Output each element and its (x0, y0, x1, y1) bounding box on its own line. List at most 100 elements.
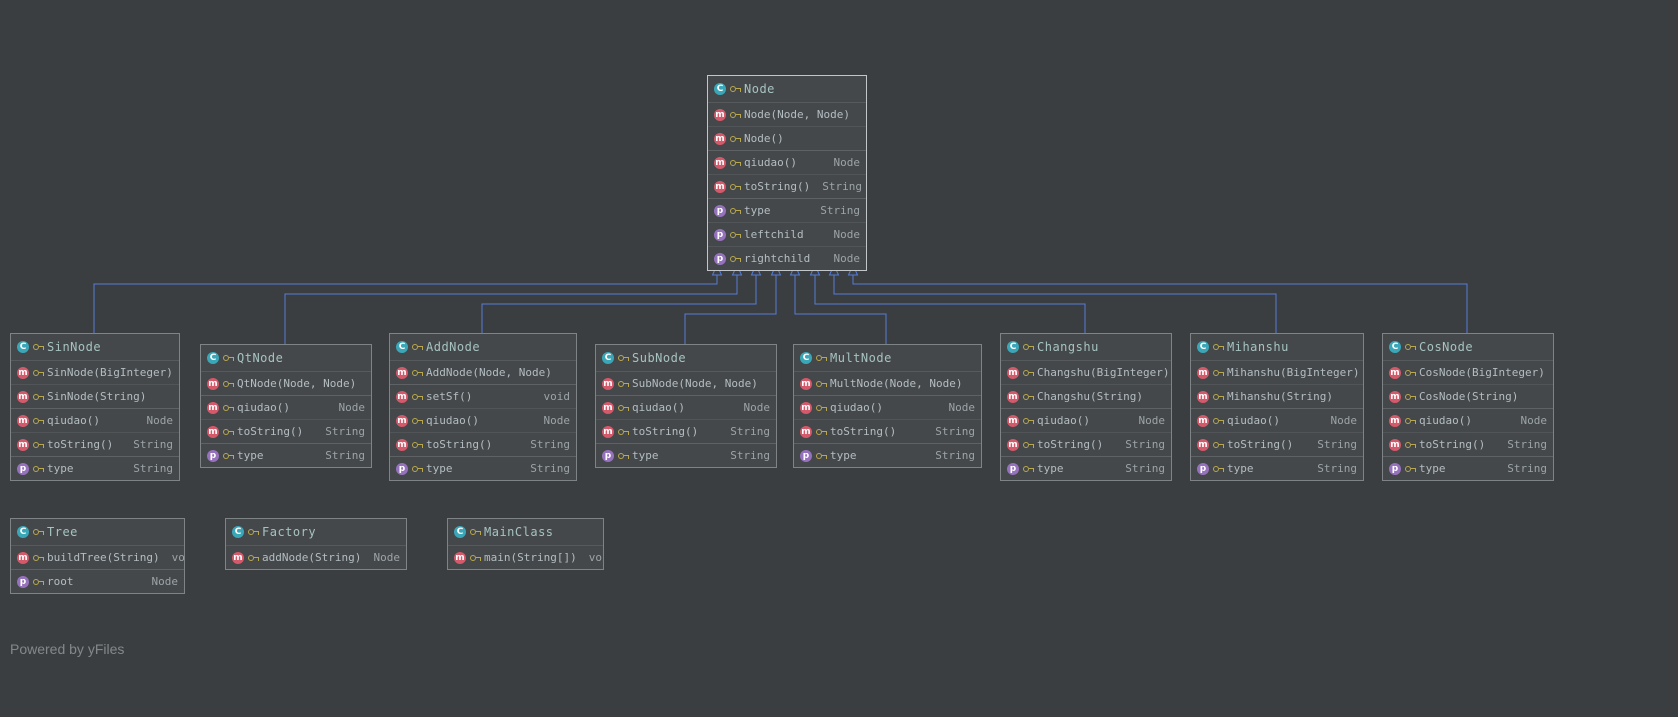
member-row[interactable]: m qiudao() Node (11, 408, 179, 432)
member-row[interactable]: p root Node (11, 569, 184, 593)
member-row[interactable]: m QtNode(Node, Node) (201, 372, 371, 395)
member-row[interactable]: p type String (11, 456, 179, 480)
member-row[interactable]: m Node() (708, 126, 866, 150)
class-header[interactable]: C MultNode (794, 345, 981, 372)
class-box-mainclass[interactable]: C MainClass m main(String[]) void (447, 518, 604, 570)
member-type: String (530, 438, 570, 451)
member-row[interactable]: m toString() String (794, 419, 981, 443)
member-row[interactable]: m toString() String (11, 432, 179, 456)
class-box-sinnode[interactable]: C SinNode m SinNode(BigInteger) m SinNode(… (10, 333, 180, 481)
member-row[interactable]: m Changshu(String) (1001, 384, 1171, 408)
member-row[interactable]: m Changshu(BigInteger) (1001, 361, 1171, 384)
member-row[interactable]: m qiudao() Node (1383, 408, 1553, 432)
class-header[interactable]: C SinNode (11, 334, 179, 361)
member-row[interactable]: p type String (1001, 456, 1171, 480)
member-row[interactable]: p type String (794, 443, 981, 467)
member-row[interactable]: m setSf() void (390, 384, 576, 408)
member-row[interactable]: m MultNode(Node, Node) (794, 372, 981, 395)
class-header[interactable]: C Node (708, 76, 866, 103)
member-row[interactable]: m toString() String (1001, 432, 1171, 456)
member-row[interactable]: m buildTree(String) void (11, 546, 184, 569)
class-box-factory[interactable]: C Factory m addNode(String) Node (225, 518, 407, 570)
member-row[interactable]: m toString() String (390, 432, 576, 456)
member-row[interactable]: m qiudao() Node (708, 150, 866, 174)
class-icon: C (714, 83, 726, 95)
class-header[interactable]: C AddNode (390, 334, 576, 361)
member-name: toString() (830, 425, 897, 438)
member-row[interactable]: m qiudao() Node (596, 395, 776, 419)
class-header[interactable]: C MainClass (448, 519, 603, 546)
member-row[interactable]: m CosNode(String) (1383, 384, 1553, 408)
member-row[interactable]: m main(String[]) void (448, 546, 603, 569)
key-icon (1023, 464, 1034, 474)
class-name: AddNode (426, 340, 481, 354)
class-name: Changshu (1037, 340, 1099, 354)
class-box-changshu[interactable]: C Changshu m Changshu(BigInteger) m Changs… (1000, 333, 1172, 481)
member-row[interactable]: m qiudao() Node (794, 395, 981, 419)
member-row[interactable]: m Mihanshu(String) (1191, 384, 1363, 408)
key-icon (248, 527, 259, 537)
class-box-mihanshu[interactable]: C Mihanshu m Mihanshu(BigInteger) m Mihans… (1190, 333, 1364, 481)
member-row[interactable]: p type String (708, 198, 866, 222)
member-row[interactable]: m Node(Node, Node) (708, 103, 866, 126)
member-row[interactable]: p type String (1191, 456, 1363, 480)
class-icon: C (454, 526, 466, 538)
class-box-tree[interactable]: C Tree m buildTree(String) void p root Node (10, 518, 185, 594)
class-name: Factory (262, 525, 317, 539)
key-icon (730, 182, 741, 192)
key-icon (223, 353, 234, 363)
key-icon (730, 230, 741, 240)
member-name: qiudao() (47, 414, 100, 427)
member-row[interactable]: m SinNode(String) (11, 384, 179, 408)
member-row[interactable]: p rightchild Node (708, 246, 866, 270)
member-row[interactable]: p type String (1383, 456, 1553, 480)
member-row[interactable]: p leftchild Node (708, 222, 866, 246)
member-row[interactable]: m qiudao() Node (1001, 408, 1171, 432)
member-row[interactable]: m Mihanshu(BigInteger) (1191, 361, 1363, 384)
member-row[interactable]: m toString() String (201, 419, 371, 443)
member-row[interactable]: m toString() String (596, 419, 776, 443)
method-icon: m (232, 551, 244, 564)
class-box-qtnode[interactable]: C QtNode m QtNode(Node, Node) m qiudao() No… (200, 344, 372, 468)
key-icon (1213, 440, 1224, 450)
class-icon: C (17, 526, 29, 538)
member-row[interactable]: m toString() String (1191, 432, 1363, 456)
class-header[interactable]: C Changshu (1001, 334, 1171, 361)
class-header[interactable]: C QtNode (201, 345, 371, 372)
member-row[interactable]: m qiudao() Node (1191, 408, 1363, 432)
member-name: buildTree(String) (47, 551, 160, 564)
class-header[interactable]: C CosNode (1383, 334, 1553, 361)
class-box-node[interactable]: C Node m Node(Node, Node) m Node() m qiudao… (707, 75, 867, 271)
member-row[interactable]: m toString() String (708, 174, 866, 198)
member-row[interactable]: m toString() String (1383, 432, 1553, 456)
method-icon: m (1197, 414, 1209, 427)
method-icon: m (17, 438, 29, 451)
class-header[interactable]: C SubNode (596, 345, 776, 372)
member-row[interactable]: m qiudao() Node (201, 395, 371, 419)
class-header[interactable]: C Factory (226, 519, 406, 546)
key-icon (33, 553, 44, 563)
member-row[interactable]: m AddNode(Node, Node) (390, 361, 576, 384)
member-name: SinNode(BigInteger) (47, 366, 173, 379)
class-box-subnode[interactable]: C SubNode m SubNode(Node, Node) m qiudao()… (595, 344, 777, 468)
member-row[interactable]: m SubNode(Node, Node) (596, 372, 776, 395)
class-header[interactable]: C Tree (11, 519, 184, 546)
class-header[interactable]: C Mihanshu (1191, 334, 1363, 361)
member-row[interactable]: m SinNode(BigInteger) (11, 361, 179, 384)
member-row[interactable]: p type String (390, 456, 576, 480)
member-row[interactable]: p type String (201, 443, 371, 467)
key-icon (1023, 392, 1034, 402)
key-icon (816, 379, 827, 389)
member-row[interactable]: m CosNode(BigInteger) (1383, 361, 1553, 384)
class-box-multnode[interactable]: C MultNode m MultNode(Node, Node) m qiudao… (793, 344, 982, 468)
member-name: QtNode(Node, Node) (237, 377, 357, 390)
class-name: SinNode (47, 340, 102, 354)
class-box-addnode[interactable]: C AddNode m AddNode(Node, Node) m setSf() v… (389, 333, 577, 481)
yfiles-brand-link[interactable]: yFiles (88, 641, 125, 657)
member-row[interactable]: m qiudao() Node (390, 408, 576, 432)
member-row[interactable]: p type String (596, 443, 776, 467)
key-icon (1405, 392, 1416, 402)
member-row[interactable]: m addNode(String) Node (226, 546, 406, 569)
class-box-cosnode[interactable]: C CosNode m CosNode(BigInteger) m CosNode(… (1382, 333, 1554, 481)
key-icon (33, 527, 44, 537)
